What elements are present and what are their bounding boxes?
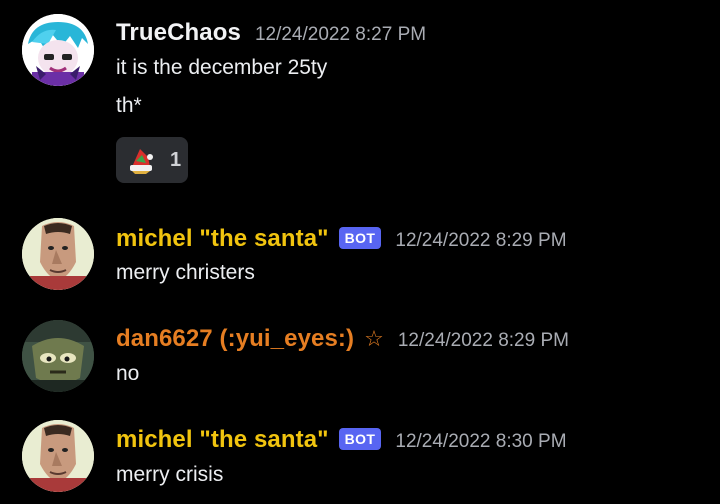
cartoon-character-avatar-icon (22, 14, 94, 86)
avatar[interactable] (22, 14, 94, 86)
avatar[interactable] (22, 420, 94, 492)
stretched-face-avatar-icon (22, 420, 94, 492)
username[interactable]: TrueChaos (116, 19, 241, 47)
message-text: no (116, 362, 140, 385)
timestamp: 12/24/2022 8:30 PM (395, 431, 567, 452)
avatar[interactable] (22, 320, 94, 392)
message-header: TrueChaos 12/24/2022 8:27 PM (116, 19, 426, 47)
reaction-button[interactable]: 1 (116, 137, 188, 183)
username[interactable]: dan6627 (:yui_eyes:) (116, 325, 354, 353)
message-header: michel "the santa" BOT 12/24/2022 8:29 P… (116, 225, 567, 253)
message-text: it is the december 25ty (116, 56, 328, 79)
bot-tag: BOT (338, 227, 382, 249)
reaction-count: 1 (170, 148, 182, 171)
timestamp: 12/24/2022 8:27 PM (254, 24, 427, 45)
username[interactable]: michel "the santa" (116, 426, 329, 454)
role-star-icon: ☆ (364, 326, 384, 351)
santa-hat-emoji-icon (130, 149, 153, 174)
avatar[interactable] (22, 218, 94, 290)
timestamp: 12/24/2022 8:29 PM (395, 230, 567, 251)
dark-character-avatar-icon (22, 320, 94, 392)
bot-tag: BOT (338, 428, 382, 450)
message-header: dan6627 (:yui_eyes:) ☆ 12/24/2022 8:29 P… (116, 325, 569, 353)
message-header: michel "the santa" BOT 12/24/2022 8:30 P… (116, 426, 567, 454)
message-text: th* (116, 94, 142, 117)
username[interactable]: michel "the santa" (116, 225, 329, 253)
stretched-face-avatar-icon (22, 218, 94, 290)
message-text: merry christers (116, 261, 255, 284)
timestamp: 12/24/2022 8:29 PM (397, 330, 569, 351)
message-text: merry crisis (116, 463, 224, 486)
